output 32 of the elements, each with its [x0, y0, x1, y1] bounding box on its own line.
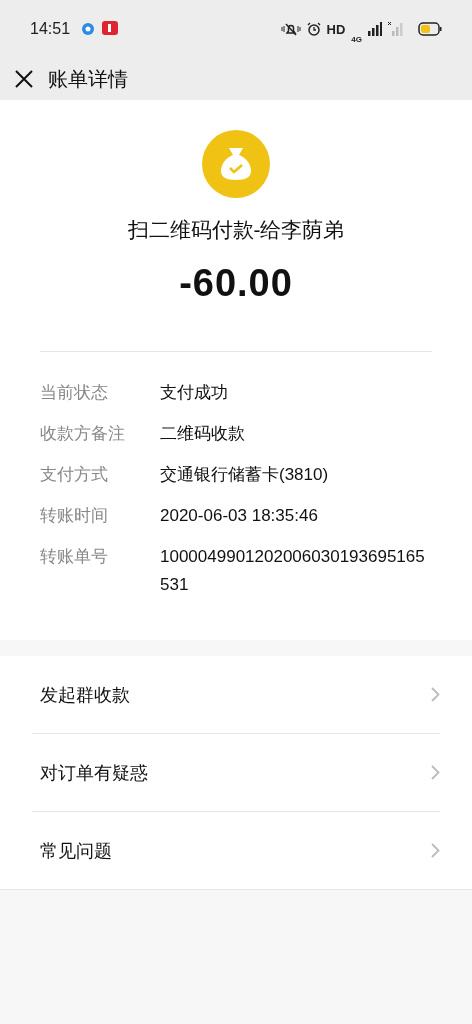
payment-title: 扫二维码付款-给李荫弟: [127, 217, 345, 243]
detail-label: 收款方备注: [40, 423, 126, 445]
menu-item[interactable]: 发起群收款: [32, 656, 440, 733]
mute-icon: [280, 22, 301, 36]
close-icon: [14, 69, 34, 89]
detail-value: 二维码收款: [160, 423, 246, 445]
detail-label: 支付方式: [40, 464, 109, 486]
app-notification-icon: [82, 23, 95, 35]
network-type: 4G: [351, 34, 362, 44]
battery-icon: [418, 22, 442, 36]
status-time: 14:51: [30, 20, 71, 38]
detail-label: 转账时间: [40, 505, 109, 527]
alarm-icon: [306, 22, 321, 36]
detail-label: 当前状态: [40, 382, 109, 404]
detail-label: 转账单号: [40, 546, 109, 568]
payment-amount: -60.00: [179, 262, 293, 305]
signal-icon: [368, 22, 382, 36]
detail-value: 交通银行储蓄卡(3810): [160, 464, 330, 486]
chevron-right-icon: [431, 765, 440, 780]
detail-value: 2020-06-03 18:35:46: [160, 505, 319, 527]
chevron-right-icon: [431, 843, 440, 858]
menu-item[interactable]: 对订单有疑惑: [32, 733, 440, 811]
hd-indicator: HD: [326, 21, 346, 37]
detail-value: 支付成功: [160, 382, 229, 404]
signal-weak-icon: [388, 22, 404, 36]
menu-item[interactable]: 常见问题: [32, 811, 440, 889]
money-bag-icon: [202, 130, 270, 198]
detail-value: 1000049901202006030193695165531: [160, 546, 426, 596]
chevron-right-icon: [431, 687, 440, 702]
close-button[interactable]: [14, 69, 34, 89]
app-badge-icon: [102, 21, 119, 37]
page-title: 账单详情: [48, 66, 128, 92]
